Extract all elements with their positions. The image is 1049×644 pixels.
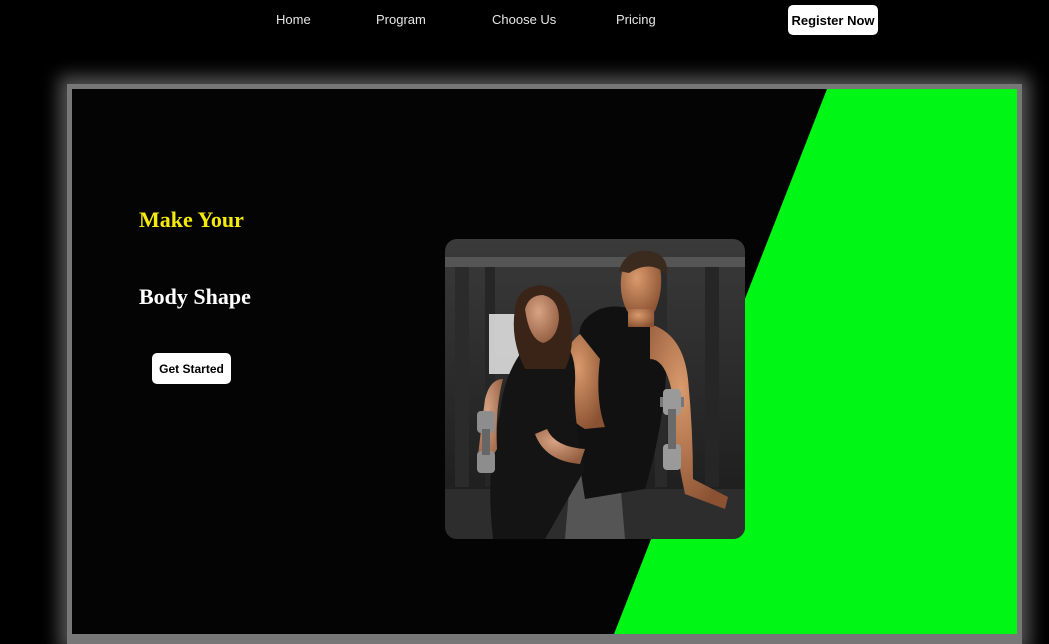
hero-headline-line2: Body Shape [139,284,251,309]
nav-link-choose-us[interactable]: Choose Us [492,12,556,27]
athletes-photo-illustration [445,239,745,539]
athletes-photo [445,239,745,539]
top-navbar: Home Program Choose Us Pricing Register … [0,0,1049,44]
register-now-button[interactable]: Register Now [788,5,878,35]
get-started-button[interactable]: Get Started [152,353,231,384]
hero-section: Make Your Body Shape Get Started [72,89,1017,634]
hero-headline-line1: Make Your [139,207,244,232]
nav-link-pricing[interactable]: Pricing [616,12,656,27]
nav-link-home[interactable]: Home [276,12,311,27]
nav-link-program[interactable]: Program [376,12,426,27]
